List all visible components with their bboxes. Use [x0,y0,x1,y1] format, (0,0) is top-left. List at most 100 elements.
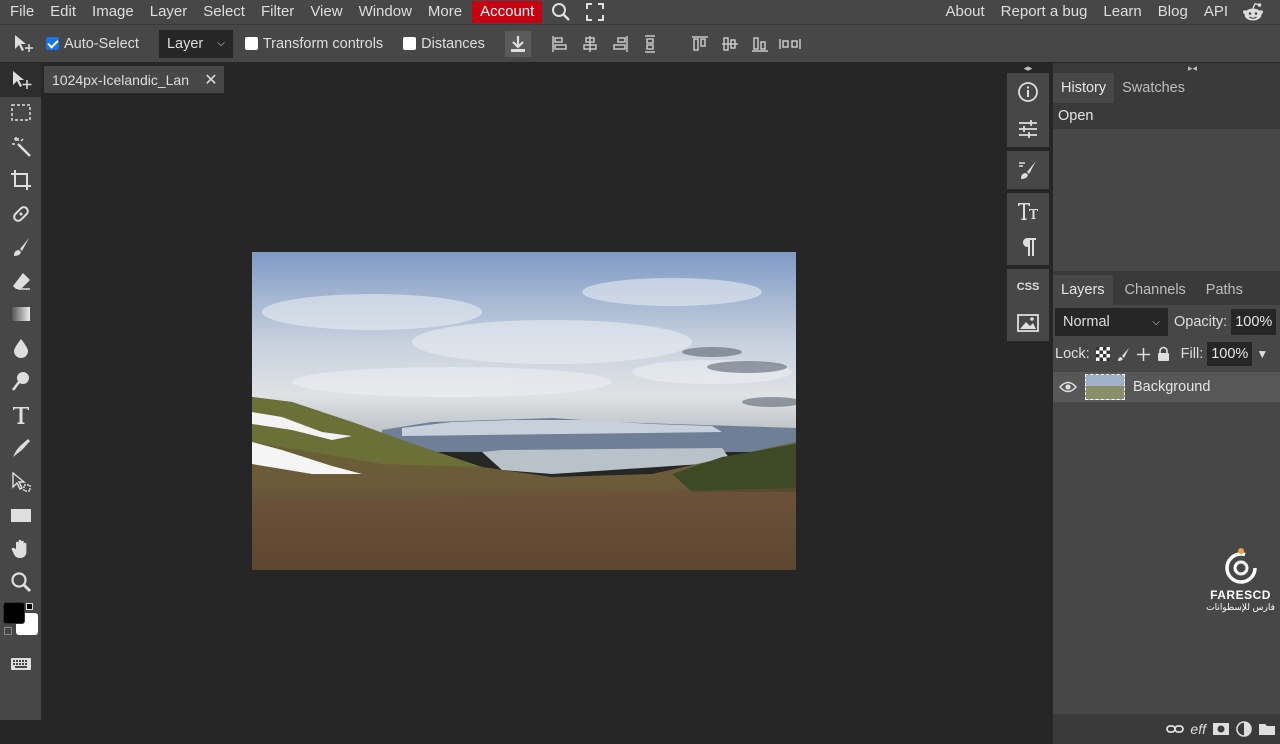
collapse-toggle[interactable]: ◂▸ [1006,63,1050,73]
shape-tool[interactable] [0,499,41,533]
image-icon [1017,314,1039,332]
layer-dropdown[interactable]: Layer ⌵ [158,29,233,58]
document-tab-title: 1024px-Icelandic_Lan [52,71,189,88]
opacity-input[interactable]: 100% [1231,309,1277,335]
menu-blog[interactable]: Blog [1150,0,1196,24]
rectangle-icon [10,509,31,523]
folder-icon[interactable] [1258,722,1276,736]
fill-input[interactable]: 100% [1207,342,1253,366]
transform-controls-checkbox[interactable]: Transform controls [244,36,383,52]
blend-mode-dropdown[interactable]: Normal ⌵ [1055,308,1168,336]
logo-icon [1224,548,1257,584]
lock-pixels-icon[interactable] [1116,347,1131,362]
align-center-h-icon[interactable] [575,29,605,59]
menu-about[interactable]: About [937,0,992,24]
path-select-tool[interactable] [0,465,41,499]
hand-tool[interactable] [0,532,41,566]
adjustments-button[interactable] [1007,110,1049,147]
color-swatches[interactable] [0,599,41,647]
menu-select[interactable]: Select [195,0,253,24]
canvas-image[interactable] [252,252,796,570]
search-icon[interactable] [544,0,578,24]
brush-settings-icon [1019,161,1036,179]
brush-settings-button[interactable] [1007,151,1049,189]
close-icon[interactable]: ✕ [198,70,224,90]
download-icon[interactable] [504,30,531,57]
distances-check[interactable] [403,37,417,50]
menu-filter[interactable]: Filter [253,0,302,24]
lock-position-icon[interactable] [1136,347,1151,362]
distances-checkbox[interactable]: Distances [403,36,485,52]
tab-history[interactable]: History [1053,73,1115,103]
panel-collapse[interactable]: ▸◂ [1053,63,1280,73]
reset-colors-icon[interactable] [4,627,12,635]
paragraph-button[interactable] [1007,229,1049,265]
tab-layers[interactable]: Layers [1053,275,1113,305]
menu-more[interactable]: More [420,0,470,24]
tab-swatches[interactable]: Swatches [1114,73,1193,103]
move-tool-icon[interactable] [8,29,38,59]
swap-colors-icon[interactable] [26,603,33,610]
align-middle-icon[interactable] [715,29,745,59]
eye-icon[interactable] [1053,379,1083,395]
marquee-tool[interactable] [0,97,41,131]
keyboard-tool[interactable] [0,647,41,681]
mini-group-css: CSS [1007,269,1049,341]
crop-tool[interactable] [0,164,41,198]
document-tab[interactable]: 1024px-Icelandic_Lan ✕ [44,66,224,93]
link-icon[interactable] [1166,723,1185,735]
align-right-icon[interactable] [605,29,635,59]
tab-paths[interactable]: Paths [1198,275,1251,305]
watermark-name: FARESCD [1210,588,1271,602]
menu-learn[interactable]: Learn [1095,0,1149,24]
foreground-color-swatch[interactable] [3,602,25,624]
hand-icon [11,539,26,558]
menu-window[interactable]: Window [351,0,420,24]
distribute-v-icon[interactable] [775,29,805,59]
blur-tool[interactable] [0,331,41,365]
brush-tool[interactable] [0,231,41,265]
menu-report-bug[interactable]: Report a bug [993,0,1096,24]
image-button[interactable] [1007,305,1049,341]
auto-select-checkbox[interactable]: Auto-Select [46,36,139,52]
dodge-tool[interactable] [0,365,41,399]
fill-dropdown-arrow[interactable]: ▼ [1256,347,1268,361]
effects-icon[interactable]: eff [1190,721,1206,737]
menu-view[interactable]: View [302,0,350,24]
healing-tool[interactable] [0,197,41,231]
menu-edit[interactable]: Edit [42,0,84,24]
align-top-icon[interactable] [685,29,715,59]
fullscreen-icon[interactable] [578,0,612,24]
chevron-down-icon: ⌵ [217,38,225,49]
align-left-icon[interactable] [545,29,575,59]
transform-controls-check[interactable] [244,37,258,50]
type-tool[interactable] [0,398,41,432]
account-button[interactable]: Account [472,1,543,23]
adjustment-layer-icon[interactable] [1236,721,1252,737]
pen-tool[interactable] [0,432,41,466]
auto-select-check[interactable] [46,37,59,50]
align-bottom-icon[interactable] [745,29,775,59]
reddit-icon[interactable] [1236,0,1270,24]
info-button[interactable] [1007,73,1049,110]
move-tool[interactable] [0,63,41,97]
gradient-tool[interactable] [0,298,41,332]
layer-row[interactable]: Background [1053,372,1280,402]
menu-layer[interactable]: Layer [142,0,196,24]
lock-transparency-icon[interactable] [1095,347,1110,361]
menu-api[interactable]: API [1196,0,1236,24]
tab-channels[interactable]: Channels [1113,275,1198,305]
sliders-icon [1019,119,1037,138]
history-entry[interactable]: Open [1053,103,1280,129]
distribute-h-icon[interactable] [635,29,665,59]
css-button[interactable]: CSS [1007,269,1049,305]
css-label: CSS [1016,281,1040,293]
eraser-tool[interactable] [0,264,41,298]
zoom-tool[interactable] [0,566,41,600]
character-button[interactable] [1007,193,1049,229]
mask-icon[interactable] [1212,722,1230,736]
magic-wand-tool[interactable] [0,130,41,164]
menu-image[interactable]: Image [84,0,142,24]
menu-file[interactable]: File [0,0,42,24]
lock-all-icon[interactable] [1156,346,1171,362]
